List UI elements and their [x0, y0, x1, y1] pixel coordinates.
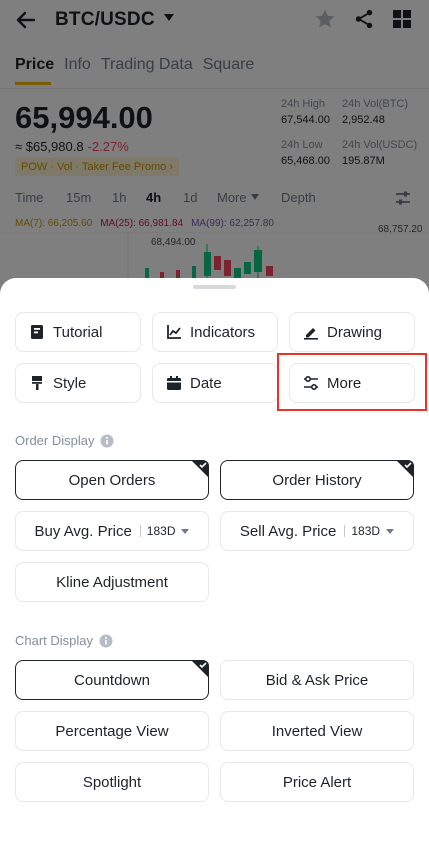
drawing-pencil-icon: [304, 328, 318, 340]
sell-avg-price-label: Sell Avg. Price: [239, 522, 337, 540]
calendar-icon: [167, 376, 181, 390]
sell-range-dropdown[interactable]: 183D: [344, 524, 395, 538]
divider: [139, 525, 141, 537]
chart-settings-sheet: Tutorial Indicators Drawing Style Date M…: [0, 278, 429, 855]
countdown-label: Countdown: [74, 671, 150, 689]
style-label: Style: [53, 374, 87, 392]
spotlight-label: Spotlight: [82, 773, 142, 791]
chart-display-heading: Chart Display: [15, 633, 113, 648]
info-icon[interactable]: [100, 434, 114, 448]
chart-display-title: Chart Display: [15, 633, 94, 648]
price-alert-toggle[interactable]: Price Alert: [220, 762, 414, 802]
open-orders-toggle[interactable]: Open Orders: [15, 460, 209, 500]
percentage-view-toggle[interactable]: Percentage View: [15, 711, 209, 751]
buy-avg-price-toggle[interactable]: Buy Avg. Price 183D: [15, 511, 209, 551]
sell-avg-price-toggle[interactable]: Sell Avg. Price 183D: [220, 511, 414, 551]
indicators-chart-icon: [167, 325, 181, 339]
indicators-label: Indicators: [190, 323, 256, 341]
tutorial-book-icon: [31, 325, 43, 339]
drawing-label: Drawing: [327, 323, 383, 341]
drawing-button[interactable]: Drawing: [289, 312, 415, 352]
kline-adjustment-label: Kline Adjustment: [56, 573, 168, 591]
countdown-toggle[interactable]: Countdown: [15, 660, 209, 700]
date-button[interactable]: Date: [152, 363, 278, 403]
buy-range-dropdown[interactable]: 183D: [139, 524, 190, 538]
order-display-heading: Order Display: [15, 433, 114, 448]
date-label: Date: [190, 374, 222, 392]
buy-range-value: 183D: [146, 524, 176, 538]
style-button[interactable]: Style: [15, 363, 141, 403]
price-alert-label: Price Alert: [282, 773, 352, 791]
sheet-drag-handle[interactable]: [193, 285, 236, 289]
order-history-toggle[interactable]: Order History: [220, 460, 414, 500]
style-brush-icon: [32, 376, 42, 390]
chevron-down-icon: [386, 528, 395, 534]
checkmark-icon: [396, 460, 414, 478]
more-button-highlight: [277, 353, 427, 411]
buy-avg-price-label: Buy Avg. Price: [34, 522, 132, 540]
spotlight-toggle[interactable]: Spotlight: [15, 762, 209, 802]
sell-range-value: 183D: [351, 524, 381, 538]
inverted-view-toggle[interactable]: Inverted View: [220, 711, 414, 751]
open-orders-label: Open Orders: [68, 471, 156, 489]
tutorial-button[interactable]: Tutorial: [15, 312, 141, 352]
info-icon[interactable]: [99, 634, 113, 648]
checkmark-icon: [191, 460, 209, 478]
inverted-view-label: Inverted View: [271, 722, 363, 740]
checkmark-icon: [191, 660, 209, 678]
bid-ask-price-label: Bid & Ask Price: [265, 671, 369, 689]
divider: [344, 525, 346, 537]
percentage-view-label: Percentage View: [55, 722, 169, 740]
order-display-title: Order Display: [15, 433, 95, 448]
order-history-label: Order History: [272, 471, 362, 489]
bid-ask-price-toggle[interactable]: Bid & Ask Price: [220, 660, 414, 700]
kline-adjustment-toggle[interactable]: Kline Adjustment: [15, 562, 209, 602]
tutorial-label: Tutorial: [53, 323, 103, 341]
indicators-button[interactable]: Indicators: [152, 312, 278, 352]
chevron-down-icon: [181, 528, 190, 534]
